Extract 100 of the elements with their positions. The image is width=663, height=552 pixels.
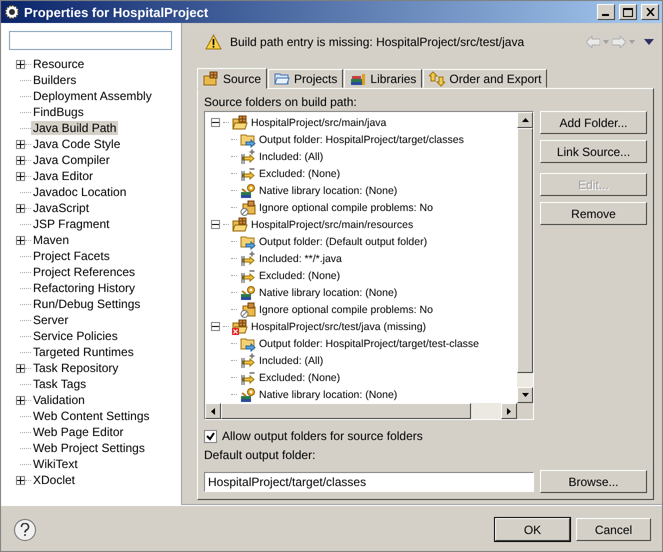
expand-icon[interactable] (16, 236, 25, 244)
library-gear-icon (240, 386, 256, 402)
tree-item[interactable]: Included: (All) (259, 150, 324, 162)
tree-item[interactable]: Ignore optional compile problems: No (259, 304, 433, 316)
sidebar-item[interactable]: Web Project Settings (31, 441, 147, 455)
tree-item[interactable]: HospitalProject/src/test/java (missing) (251, 320, 426, 332)
help-icon[interactable] (14, 518, 36, 540)
sidebar-item[interactable]: JavaScript (31, 201, 92, 215)
vertical-scrollbar[interactable] (517, 112, 533, 403)
sidebar-item[interactable]: Service Policies (31, 329, 120, 343)
action-button[interactable]: Remove (540, 202, 647, 225)
checkbox-label: Allow output folders for source folders (222, 429, 423, 443)
tree-item[interactable]: Native library location: (None) (259, 184, 398, 196)
folder-icon (274, 70, 290, 86)
tree-item[interactable]: HospitalProject/src/main/resources (251, 218, 414, 230)
sidebar-item[interactable]: JSP Fragment (31, 217, 112, 231)
maximize-button[interactable] (619, 4, 637, 20)
message-text: Build path entry is missing: HospitalProject/src/test/java (230, 35, 526, 49)
filter-minus-icon (240, 268, 256, 284)
sidebar-item[interactable]: Java Compiler (31, 153, 112, 167)
expand-icon[interactable] (16, 156, 25, 164)
output-folder-field[interactable]: HospitalProject/target/classes (204, 472, 534, 492)
sidebar-item[interactable]: Targeted Runtimes (31, 345, 136, 359)
tab[interactable]: Order and Export (423, 69, 548, 88)
scroll-thumb[interactable] (221, 403, 471, 419)
sidebar-item[interactable]: Maven (31, 233, 72, 247)
expand-icon[interactable] (16, 172, 25, 180)
sidebar-item[interactable]: XDoclet (31, 473, 78, 487)
filter-field[interactable] (9, 31, 172, 50)
dialog-button[interactable]: Cancel (576, 518, 651, 541)
tab[interactable]: Projects (268, 69, 344, 88)
sidebar-item[interactable]: Web Page Editor (31, 425, 126, 439)
minimize-button[interactable] (597, 4, 615, 20)
package-slash-icon (240, 302, 256, 318)
down-triangle-icon (522, 393, 528, 397)
sidebar-item[interactable]: Builders (31, 73, 78, 87)
tree-item[interactable]: Included: **/*.java (259, 252, 342, 264)
sidebar-item[interactable]: Java Code Style (31, 137, 122, 151)
sidebar-item[interactable]: Resource (31, 57, 86, 71)
sidebar-item[interactable]: Java Build Path (31, 121, 118, 135)
tree-item[interactable]: Native library location: (None) (259, 388, 398, 400)
tree-item[interactable]: Output folder: HospitalProject/target/test-classe (259, 338, 480, 350)
sidebar-item[interactable]: Task Tags (31, 377, 88, 391)
tree-item[interactable]: HospitalProject/src/main/java (251, 116, 386, 128)
sidebar-item[interactable]: Javadoc Location (31, 185, 128, 199)
collapse-icon[interactable] (211, 220, 220, 229)
expand-icon[interactable] (16, 60, 25, 68)
expand-icon[interactable] (16, 364, 25, 372)
sidebar-item[interactable]: Project References (31, 265, 138, 279)
sidebar-item[interactable]: Deployment Assembly (31, 89, 154, 103)
package-folder-icon (203, 70, 219, 86)
scroll-left-button[interactable] (205, 403, 221, 419)
filter-minus-icon (240, 370, 256, 386)
tree-item[interactable]: Excluded: (None) (259, 168, 340, 180)
tree-item[interactable]: Ignore optional compile problems: No (259, 202, 433, 214)
menu-icon[interactable] (644, 39, 654, 45)
field-label: Default output folder: (204, 448, 316, 464)
tree-item[interactable]: Native library location: (None) (259, 286, 398, 298)
dialog-button[interactable]: OK (495, 518, 570, 541)
tree-item[interactable]: Included: (All) (259, 354, 324, 366)
tree-item[interactable]: Excluded: (None) (259, 270, 340, 282)
action-button[interactable]: Link Source... (540, 140, 647, 163)
collapse-icon[interactable] (211, 118, 220, 127)
collapse-icon[interactable] (211, 322, 220, 331)
scroll-right-button[interactable] (501, 403, 517, 419)
expand-icon[interactable] (16, 476, 25, 484)
tree-item[interactable]: Excluded: (None) (259, 372, 340, 384)
expand-icon[interactable] (16, 140, 25, 148)
filter-plus-icon (240, 352, 256, 368)
expand-icon[interactable] (16, 396, 25, 404)
sidebar-item[interactable]: Refactoring History (31, 281, 138, 295)
tab[interactable]: Source (197, 68, 268, 89)
sidebar-item[interactable]: Task Repository (31, 361, 120, 375)
output-folder-icon (240, 234, 256, 250)
sidebar-item[interactable]: Web Content Settings (31, 409, 152, 423)
scroll-up-button[interactable] (517, 112, 533, 128)
browse-button[interactable]: Browse... (540, 470, 647, 493)
gear-icon (4, 4, 20, 20)
left-triangle-icon (211, 408, 215, 414)
checkbox[interactable] (204, 430, 217, 442)
library-gear-icon (240, 182, 256, 198)
sidebar-item[interactable]: FindBugs (31, 105, 86, 119)
close-button[interactable] (641, 4, 659, 20)
tree-item[interactable]: Output folder: (Default output folder) (259, 236, 428, 248)
scroll-down-button[interactable] (517, 387, 533, 403)
tree-item[interactable]: Output folder: HospitalProject/target/classes (259, 134, 464, 146)
sidebar-item[interactable]: WikiText (31, 457, 80, 471)
sidebar-item[interactable]: Project Facets (31, 249, 112, 263)
sidebar-item[interactable]: Run/Debug Settings (31, 297, 142, 311)
sidebar-item[interactable]: Server (31, 313, 70, 327)
tab[interactable]: Libraries (344, 69, 422, 88)
right-triangle-icon (507, 408, 511, 414)
action-button[interactable]: Add Folder... (540, 111, 647, 134)
sidebar-item[interactable]: Validation (31, 393, 87, 407)
sidebar-item[interactable]: Java Editor (31, 169, 96, 183)
scroll-thumb[interactable] (517, 128, 533, 373)
horizontal-scrollbar[interactable] (205, 403, 517, 419)
expand-icon[interactable] (16, 204, 25, 212)
scrollbar-corner (517, 403, 533, 419)
filter-plus-icon (240, 148, 256, 164)
